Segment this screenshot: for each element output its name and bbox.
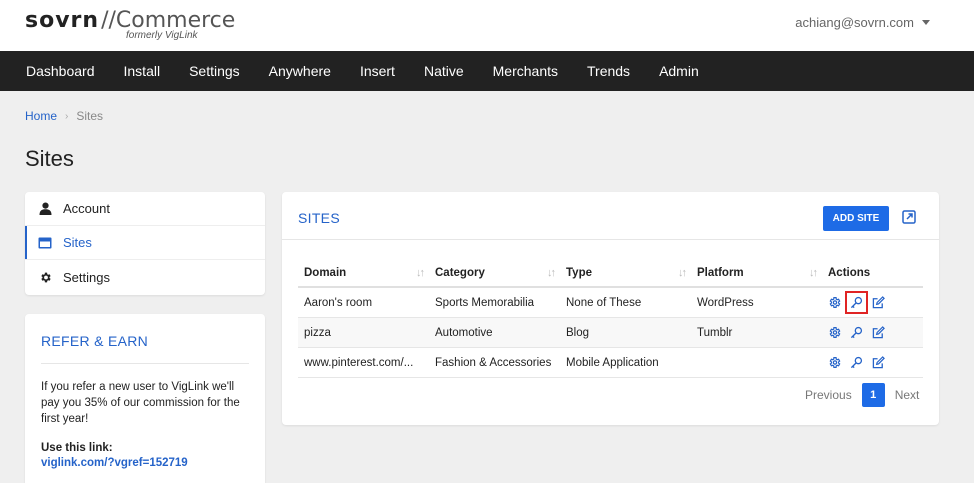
cell-type: Blog — [566, 326, 590, 339]
pagination-previous[interactable]: Previous — [805, 388, 852, 402]
cell-domain: www.pinterest.com/... — [304, 356, 414, 369]
sidebar-item-settings[interactable]: Settings — [25, 260, 265, 294]
caret-down-icon — [922, 20, 930, 25]
refer-title: REFER & EARN — [41, 333, 249, 364]
cell-type: None of These — [566, 296, 642, 309]
gear-icon[interactable] — [828, 326, 841, 339]
sort-icon: ↓↑ — [678, 267, 687, 279]
edit-icon[interactable] — [872, 296, 885, 309]
key-icon[interactable] — [850, 356, 863, 369]
table-row: pizza Automotive Blog Tumblr — [298, 318, 923, 348]
nav-anywhere[interactable]: Anywhere — [269, 63, 331, 79]
column-label: Type — [566, 267, 592, 279]
sort-icon: ↓↑ — [809, 267, 818, 279]
column-label: Actions — [828, 267, 871, 279]
user-menu[interactable]: achiang@sovrn.com — [795, 15, 930, 30]
column-label: Domain — [304, 267, 347, 279]
breadcrumb-home[interactable]: Home — [25, 109, 57, 123]
pagination-next[interactable]: Next — [895, 388, 920, 402]
sites-table: Domain ↓↑ Category ↓↑ Type ↓↑ Platform ↓↑ Ac… — [298, 260, 923, 378]
nav-settings[interactable]: Settings — [189, 63, 240, 79]
edit-icon[interactable] — [872, 326, 885, 339]
key-icon[interactable] — [850, 326, 863, 339]
breadcrumb-current: Sites — [76, 109, 104, 123]
column-header-type[interactable]: Type ↓↑ — [560, 260, 691, 286]
table-row: www.pinterest.com/... Fashion & Accessor… — [298, 348, 923, 378]
user-icon — [38, 202, 52, 216]
sites-title: SITES — [298, 210, 340, 226]
nav-dashboard[interactable]: Dashboard — [26, 63, 95, 79]
column-header-domain[interactable]: Domain ↓↑ — [298, 260, 429, 286]
main-nav: Dashboard Install Settings Anywhere Inse… — [0, 51, 974, 91]
sidebar-item-account[interactable]: Account — [25, 192, 265, 226]
nav-trends[interactable]: Trends — [587, 63, 630, 79]
user-email: achiang@sovrn.com — [795, 15, 914, 30]
row-actions — [822, 318, 923, 347]
nav-install[interactable]: Install — [124, 63, 161, 79]
gear-icon[interactable] — [828, 296, 841, 309]
refer-use-label: Use this link: — [41, 442, 113, 454]
row-actions — [822, 348, 923, 377]
sidebar-item-sites[interactable]: Sites — [25, 226, 265, 260]
column-label: Platform — [697, 267, 744, 279]
external-link-icon[interactable] — [902, 210, 916, 224]
logo-subtitle: formerly VigLink — [126, 30, 198, 41]
add-site-button[interactable]: ADD SITE — [823, 206, 889, 231]
refer-description: If you refer a new user to VigLink we'll… — [41, 381, 240, 425]
gear-icon — [38, 270, 52, 284]
nav-native[interactable]: Native — [424, 63, 464, 79]
sidebar-item-label: Settings — [63, 269, 110, 285]
sidebar-item-label: Account — [63, 201, 110, 216]
cell-domain: pizza — [304, 326, 331, 339]
column-header-platform[interactable]: Platform ↓↑ — [691, 260, 822, 286]
gear-icon[interactable] — [828, 356, 841, 369]
column-label: Category — [435, 267, 485, 279]
cell-platform — [691, 348, 822, 377]
cell-platform: WordPress — [697, 296, 754, 309]
column-header-category[interactable]: Category ↓↑ — [429, 260, 560, 286]
column-header-actions: Actions — [822, 260, 923, 286]
sites-panel: SITES ADD SITE Domain ↓↑ Category ↓↑ Type ↓… — [282, 192, 939, 425]
panel-divider — [282, 239, 939, 240]
cell-category: Sports Memorabilia — [435, 296, 535, 309]
sort-icon: ↓↑ — [547, 267, 556, 279]
cell-domain: Aaron's room — [304, 296, 373, 309]
key-icon[interactable] — [845, 291, 868, 314]
logo-wordmark: sovrn — [25, 8, 100, 33]
refer-earn-card: REFER & EARN If you refer a new user to … — [25, 314, 265, 483]
cell-category: Fashion & Accessories — [435, 356, 552, 369]
cell-type: Mobile Application — [566, 356, 659, 369]
nav-merchants[interactable]: Merchants — [493, 63, 558, 79]
top-header: sovrn//Commerce formerly VigLink achiang… — [0, 0, 974, 51]
edit-icon[interactable] — [872, 356, 885, 369]
sidebar-item-label: Sites — [63, 235, 92, 250]
table-row: Aaron's room Sports Memorabilia None of … — [298, 288, 923, 318]
referral-link[interactable]: viglink.com/?vgref=152719 — [41, 457, 249, 469]
cell-platform: Tumblr — [697, 326, 733, 339]
breadcrumb-separator: › — [65, 110, 69, 122]
row-actions — [822, 288, 923, 317]
table-header-row: Domain ↓↑ Category ↓↑ Type ↓↑ Platform ↓↑ Ac… — [298, 260, 923, 288]
sort-icon: ↓↑ — [416, 267, 425, 279]
page-title: Sites — [25, 146, 74, 171]
breadcrumb: Home › Sites — [25, 109, 103, 123]
sidebar-menu: Account Sites Settings — [25, 192, 265, 295]
window-icon — [38, 236, 52, 250]
pagination: Previous 1 Next — [805, 383, 919, 407]
nav-insert[interactable]: Insert — [360, 63, 395, 79]
nav-admin[interactable]: Admin — [659, 63, 699, 79]
pagination-page-1[interactable]: 1 — [861, 383, 885, 407]
cell-category: Automotive — [435, 326, 493, 339]
